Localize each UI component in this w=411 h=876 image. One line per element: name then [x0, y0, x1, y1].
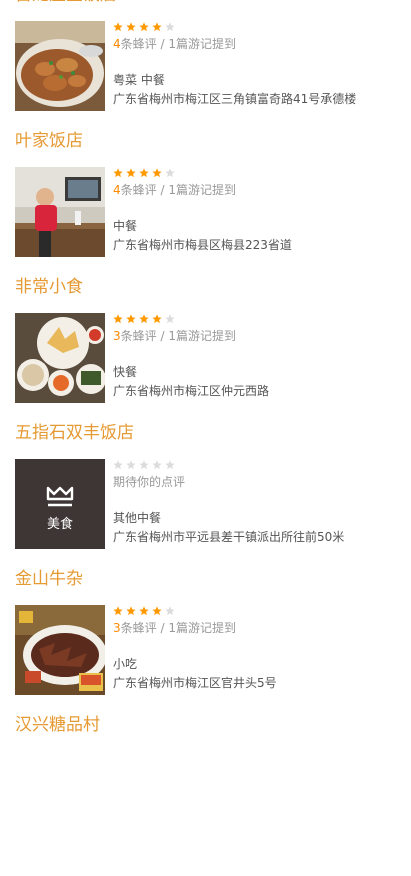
star-rating — [113, 460, 178, 472]
star-icon — [139, 314, 149, 324]
cuisine-category: 小吃 — [113, 657, 138, 671]
restaurant-item[interactable]: 非常小食 3条蜂评 / 1篇游记提到 快餐广东省梅州市梅江区仲元西路 — [0, 277, 411, 438]
review-count: 4 — [113, 37, 121, 51]
restaurant-item[interactable]: 五指石双丰饭店美食 期待你的点评 其他中餐广东省梅州市平远县差干镇派出所往前50米 — [0, 423, 411, 584]
restaurant-name[interactable]: 五指石双丰饭店 — [15, 421, 134, 445]
star-icon — [126, 606, 136, 616]
review-summary[interactable]: 期待你的点评 — [113, 474, 185, 490]
star-icon — [152, 22, 162, 32]
star-icon — [113, 606, 123, 616]
review-count: 3 — [113, 621, 121, 635]
review-summary[interactable]: 3条蜂评 / 1篇游记提到 — [113, 620, 236, 636]
restaurant-photo[interactable] — [15, 605, 105, 695]
restaurant-photo[interactable] — [15, 21, 105, 111]
star-icon — [113, 168, 123, 178]
restaurant-name[interactable]: 非常小食 — [15, 275, 83, 299]
restaurant-name[interactable]: 金山牛杂 — [15, 567, 83, 591]
restaurant-address: 广东省梅州市梅江区官井头5号 — [113, 676, 277, 690]
star-icon — [113, 314, 123, 324]
star-icon — [165, 460, 175, 470]
placeholder-label: 美食 — [46, 517, 73, 532]
star-icon — [126, 314, 136, 324]
star-icon — [113, 22, 123, 32]
star-icon — [165, 168, 175, 178]
star-icon — [152, 168, 162, 178]
review-count: 3 — [113, 329, 121, 343]
star-rating — [113, 168, 178, 180]
restaurant-photo[interactable] — [15, 313, 105, 403]
cuisine-category: 其他中餐 — [113, 511, 162, 525]
star-rating — [113, 22, 178, 34]
restaurant-address: 广东省梅州市梅江区仲元西路 — [113, 384, 270, 398]
star-icon — [126, 22, 136, 32]
review-summary[interactable]: 3条蜂评 / 1篇游记提到 — [113, 328, 236, 344]
restaurant-item[interactable]: 叶家饭店 4条蜂评 / 1篇游记提到 中餐广东省梅州市梅县区梅县223省道 — [0, 131, 411, 292]
restaurant-name[interactable]: 古龙屋堂饭店 — [15, 0, 117, 7]
review-summary[interactable]: 4条蜂评 / 1篇游记提到 — [113, 36, 236, 52]
star-icon — [165, 314, 175, 324]
star-icon — [152, 460, 162, 470]
star-icon — [152, 606, 162, 616]
star-icon — [113, 460, 123, 470]
cuisine-category: 粤菜 中餐 — [113, 73, 165, 87]
restaurant-photo[interactable] — [15, 167, 105, 257]
star-icon — [139, 168, 149, 178]
restaurant-name[interactable]: 汉兴糖品村 — [15, 713, 100, 737]
star-icon — [152, 314, 162, 324]
star-rating — [113, 314, 178, 326]
review-summary[interactable]: 4条蜂评 / 1篇游记提到 — [113, 182, 236, 198]
star-icon — [139, 22, 149, 32]
restaurant-item[interactable]: 金山牛杂 3条蜂评 / 1篇游记提到 小吃广东省梅州市梅江区官井头5号 — [0, 569, 411, 730]
cuisine-category: 中餐 — [113, 219, 138, 233]
restaurant-address: 广东省梅州市梅县区梅县223省道 — [113, 238, 292, 252]
restaurant-item[interactable]: 汉兴糖品村 — [0, 715, 411, 876]
star-icon — [126, 168, 136, 178]
star-icon — [165, 22, 175, 32]
restaurant-name[interactable]: 叶家饭店 — [15, 129, 83, 153]
restaurant-item[interactable]: 古龙屋堂饭店 4条蜂评 / 1篇游记提到粤菜 中餐广东省梅州市梅江区三角镇富奇路4… — [0, 0, 411, 146]
review-count: 4 — [113, 183, 121, 197]
restaurant-address: 广东省梅州市平远县差干镇派出所往前50米 — [113, 530, 345, 544]
restaurant-address: 广东省梅州市梅江区三角镇富奇路41号承德楼 — [113, 92, 357, 106]
star-rating — [113, 606, 178, 618]
food-placeholder-image[interactable]: 美食 — [15, 459, 105, 549]
star-icon — [139, 606, 149, 616]
star-icon — [126, 460, 136, 470]
star-icon — [139, 460, 149, 470]
cuisine-category: 快餐 — [113, 365, 138, 379]
star-icon — [165, 606, 175, 616]
